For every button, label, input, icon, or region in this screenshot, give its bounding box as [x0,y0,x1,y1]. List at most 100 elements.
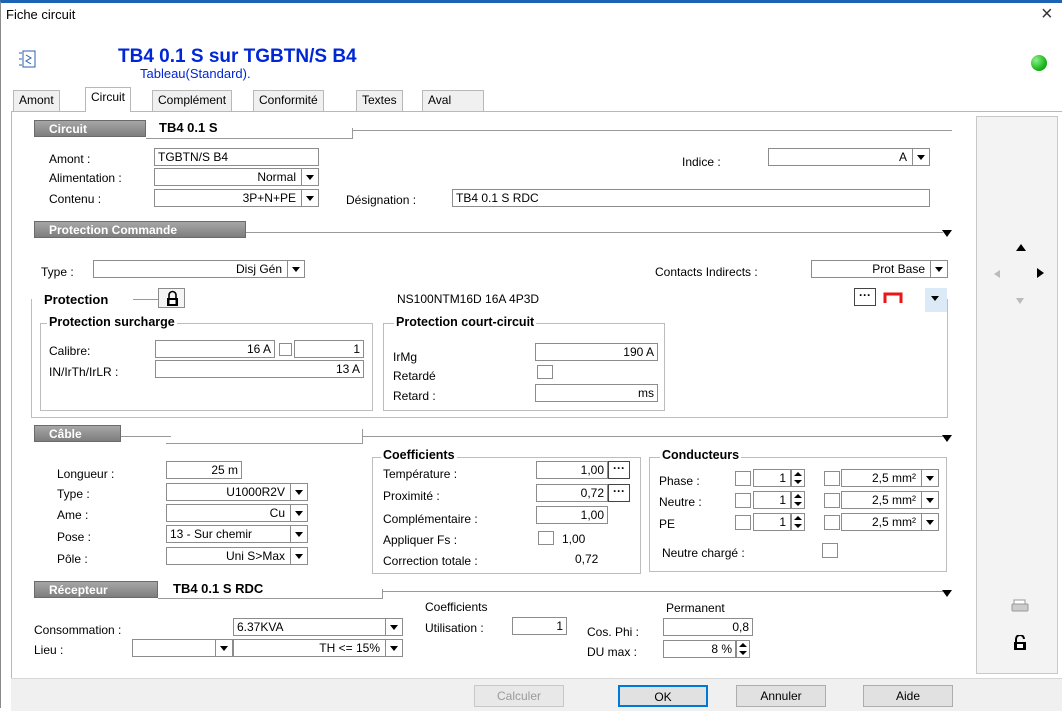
correction-totale-value: 0,72 [575,552,599,566]
chevron-down-icon[interactable] [287,261,304,277]
pole-value: Uni S>Max [225,549,285,563]
contenu-select[interactable]: 3P+N+PE [154,189,319,207]
chevron-down-icon[interactable] [290,548,307,564]
collapse-arrow-icon[interactable] [942,230,952,237]
neutre-charge-checkbox[interactable] [822,543,838,558]
appliquer-fs-checkbox[interactable] [538,531,554,545]
du-max-field[interactable]: 8 % [663,640,736,658]
retard-field[interactable]: ms [535,384,658,402]
consommation-select[interactable]: 6.37KVA [233,618,403,636]
designation-field[interactable]: TB4 0.1 S RDC [452,189,930,207]
protection-surcharge-title: Protection surcharge [47,315,177,329]
consommation-value: 6.37KVA [237,620,284,634]
amont-field[interactable]: TGBTN/S B4 [154,148,319,166]
lock-icon[interactable] [1013,634,1027,651]
window-title: Fiche circuit [6,7,76,22]
arrow-down-icon[interactable] [1016,298,1024,304]
tab-amont[interactable]: Amont [13,90,60,111]
calculer-button[interactable]: Calculer [474,685,564,707]
phase-checkbox[interactable] [735,471,751,486]
chevron-down-icon[interactable] [912,149,929,165]
pe-count-spinner[interactable] [791,513,805,531]
pe-count-field[interactable]: 1 [753,513,791,531]
pe-checkbox[interactable] [735,515,751,530]
temperature-more-button[interactable]: ··· [608,461,630,479]
th-select[interactable]: TH <= 15% [233,639,403,657]
in-irth-field[interactable]: 13 A [155,360,364,378]
tab-aval[interactable]: Aval [422,90,484,111]
phase-count-field[interactable]: 1 [753,469,791,487]
chevron-down-icon[interactable] [930,261,947,277]
arrow-left-icon[interactable] [994,270,1000,278]
neutre-count-spinner[interactable] [791,491,805,509]
longueur-field[interactable]: 25 m [166,461,242,479]
consommation-label: Consommation : [34,623,122,637]
irmg-label: IrMg [393,350,417,364]
pose-select[interactable]: 13 - Sur chemir [166,525,308,543]
pe-section-select[interactable]: 2,5 mm² [841,513,939,531]
contacts-indirects-select[interactable]: Prot Base [811,260,948,278]
irmg-field[interactable]: 190 A [535,343,658,361]
phase-section-checkbox[interactable] [824,471,840,486]
arrow-right-icon[interactable] [1037,268,1044,278]
cable-type-select[interactable]: U1000R2V [166,483,308,501]
indice-select[interactable]: A [768,148,930,166]
appliquer-fs-label: Appliquer Fs : [383,533,458,547]
chevron-down-icon[interactable] [301,169,318,185]
chevron-down-icon[interactable] [215,640,232,656]
tab-conformite[interactable]: Conformité [253,90,324,111]
neutre-count-field[interactable]: 1 [753,491,791,509]
print-icon[interactable] [1011,599,1029,613]
proximite-more-button[interactable]: ··· [608,484,630,502]
section-header-recepteur: Récepteur [34,581,158,598]
neutre-section-checkbox[interactable] [824,493,840,508]
calibre2-field[interactable]: 1 [294,340,364,358]
cos-phi-label: Cos. Phi : [587,625,640,639]
complementaire-field[interactable]: 1,00 [536,506,608,524]
neutre-label: Neutre : [659,495,702,509]
pe-section-checkbox[interactable] [824,515,840,530]
ok-button[interactable]: OK [618,685,708,707]
chevron-down-icon[interactable] [290,526,307,542]
side-panel [976,116,1058,674]
ame-value: Cu [269,506,285,520]
temperature-label: Température : [383,467,458,481]
annuler-button[interactable]: Annuler [736,685,826,707]
close-icon[interactable]: × [1041,3,1053,26]
tab-circuit[interactable]: Circuit [85,87,132,112]
th-value: TH <= 15% [319,641,380,655]
alimentation-select[interactable]: Normal [154,168,319,186]
aide-button[interactable]: Aide [863,685,953,707]
chevron-down-icon[interactable] [385,619,402,635]
chevron-down-icon[interactable] [921,470,938,486]
chevron-down-icon[interactable] [385,640,402,656]
utilisation-field[interactable]: 1 [512,617,567,635]
calibre-field[interactable]: 16 A [155,340,275,358]
arrow-up-icon[interactable] [1016,244,1026,251]
pole-select[interactable]: Uni S>Max [166,547,308,565]
type-select[interactable]: Disj Gén [93,260,305,278]
collapse-arrow-icon[interactable] [942,590,952,597]
tab-textes[interactable]: Textes [356,90,403,111]
lieu-select[interactable] [132,639,233,657]
collapse-arrow-icon[interactable] [942,435,952,442]
temperature-field[interactable]: 1,00 [536,461,608,479]
chevron-down-icon[interactable] [290,505,307,521]
chevron-down-icon[interactable] [921,514,938,530]
retarde-checkbox[interactable] [537,365,553,379]
chevron-down-icon[interactable] [301,190,318,206]
calibre-checkbox[interactable] [279,343,292,356]
amont-label: Amont : [49,152,91,166]
neutre-checkbox[interactable] [735,493,751,508]
du-max-spinner[interactable] [736,640,750,658]
phase-count-spinner[interactable] [791,469,805,487]
phase-section-select[interactable]: 2,5 mm² [841,469,939,487]
tab-complement[interactable]: Complément [152,90,233,111]
ame-select[interactable]: Cu [166,504,308,522]
complementaire-label: Complémentaire : [383,512,478,526]
chevron-down-icon[interactable] [290,484,307,500]
proximite-field[interactable]: 0,72 [536,484,608,502]
cos-phi-field[interactable]: 0,8 [663,618,753,636]
neutre-section-select[interactable]: 2,5 mm² [841,491,939,509]
chevron-down-icon[interactable] [921,492,938,508]
